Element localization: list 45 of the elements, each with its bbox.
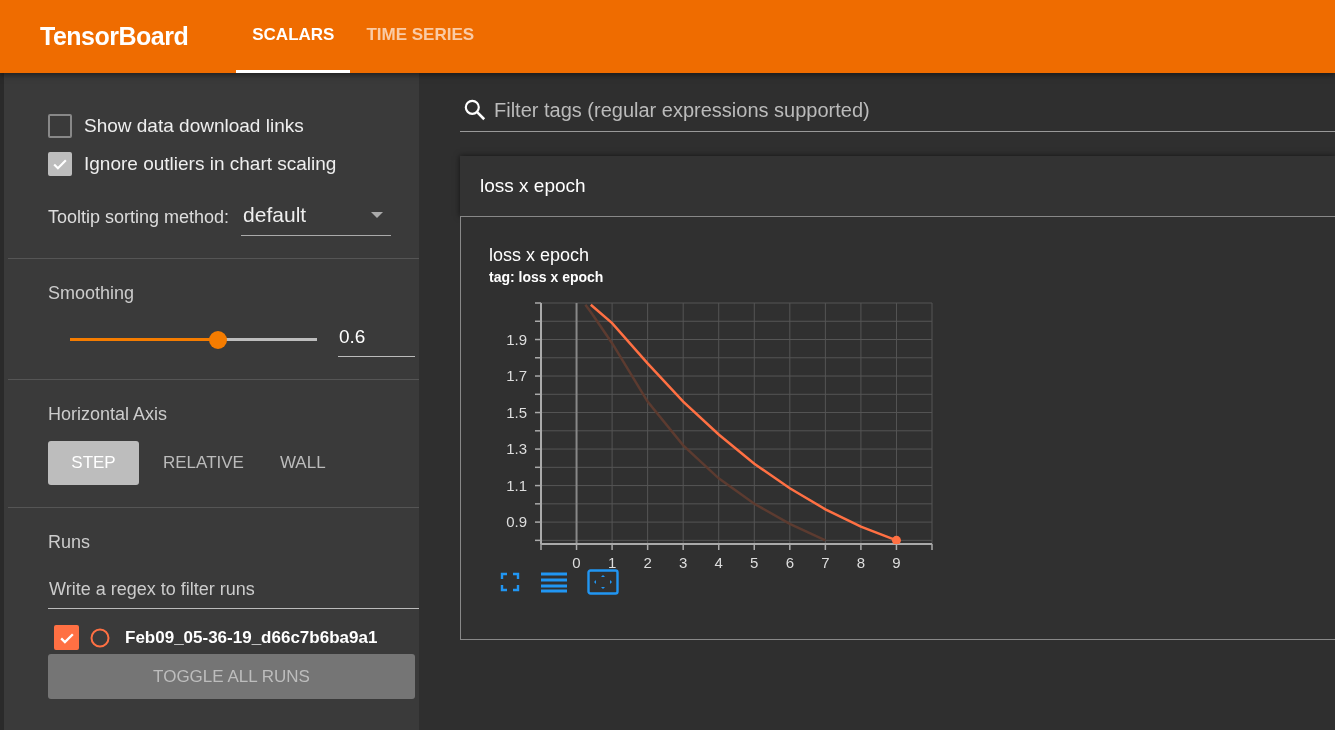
y-tick-label: 1.1	[506, 476, 527, 494]
y-tick-label: 1.3	[506, 440, 527, 458]
run-color-radio[interactable]	[89, 626, 111, 649]
smoothing-input[interactable]: 0.6	[338, 322, 415, 357]
x-tick-label: 4	[714, 554, 723, 571]
dropdown-caret-icon	[371, 212, 384, 218]
tooltip-sorting-label: Tooltip sorting method:	[48, 207, 230, 228]
chart-title: loss x epoch	[489, 245, 591, 266]
axis-toggle-button[interactable]: RELATIVE	[151, 441, 256, 485]
checkbox-label: Show data download links	[84, 115, 304, 137]
search-icon	[462, 97, 488, 123]
x-tick-label: 8	[856, 554, 866, 571]
checkbox[interactable]	[48, 152, 72, 176]
y-tick-label: 0.9	[506, 513, 527, 531]
y-tick-label: 1.9	[506, 330, 527, 348]
tag-filter-field[interactable]: Filter tags (regular expressions supported)	[492, 97, 1335, 123]
fit-domain-icon[interactable]	[587, 569, 619, 595]
checkbox-label: Ignore outliers in chart scaling	[84, 153, 337, 175]
smoothing-slider[interactable]	[70, 330, 317, 349]
lines-icon[interactable]	[541, 571, 567, 593]
category-header[interactable]: loss x epoch	[460, 156, 1335, 216]
x-tick-label: 5	[750, 554, 759, 571]
fullscreen-icon[interactable]	[499, 571, 521, 593]
x-tick-label: 0	[572, 554, 581, 571]
run-name: Feb09_05-36-19_d66c7b6ba9a1	[125, 627, 378, 648]
y-tick-label: 1.5	[506, 403, 527, 421]
x-tick-label: 2	[643, 554, 652, 571]
x-tick-label: 9	[892, 554, 901, 571]
y-tick-label: 1.7	[506, 367, 527, 385]
sorting-dropdown[interactable]: default	[241, 199, 392, 236]
x-tick-label: 3	[679, 554, 688, 571]
run-filter-field[interactable]: Write a regex to filter runs	[48, 573, 419, 609]
x-tick-label: 6	[785, 554, 794, 571]
axis-toggle-button[interactable]: WALL	[267, 441, 338, 485]
section-title: Horizontal Axis	[48, 404, 169, 425]
data-point	[891, 535, 901, 544]
chart-tag: tag: loss x epoch	[489, 269, 1335, 285]
slider-thumb[interactable]	[209, 330, 228, 349]
x-tick-label: 7	[821, 554, 830, 571]
section-title: Smoothing	[48, 283, 136, 304]
app-title: TensorBoard	[40, 22, 189, 51]
run-checkbox[interactable]	[54, 625, 79, 650]
x-tick-label: 1	[607, 554, 617, 571]
checkbox[interactable]	[48, 114, 72, 138]
section-title: Runs	[48, 532, 92, 553]
